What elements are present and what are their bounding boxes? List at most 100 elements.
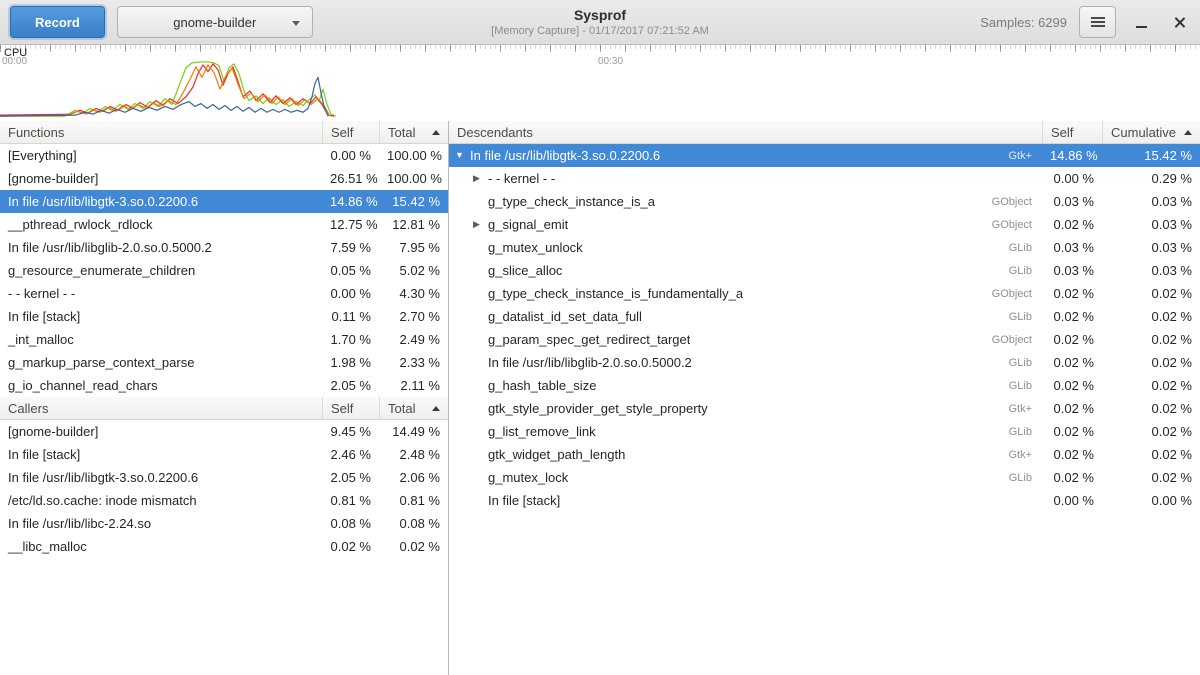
caller-name: [gnome-builder]: [0, 424, 322, 439]
cpu-graph-panel[interactable]: CPU 00:00 00:30: [0, 45, 1200, 121]
function-row[interactable]: g_markup_parse_context_parse 1.98 % 2.33…: [0, 351, 448, 374]
minimize-icon: [1136, 26, 1147, 28]
function-name: In file /usr/lib/libgtk-3.so.0.2200.6: [0, 194, 322, 209]
column-header-total[interactable]: Total: [379, 397, 448, 419]
cumulative-percent: 15.42 %: [1102, 148, 1200, 163]
caller-name: /etc/ld.so.cache: inode mismatch: [0, 493, 322, 508]
descendant-name-cell: g_type_check_instance_is_a GObject: [449, 194, 1042, 209]
column-header-self[interactable]: Self: [322, 121, 379, 143]
function-name: gtk_style_provider_get_style_property: [488, 401, 708, 416]
descendants-header: Descendants Self Cumulative: [449, 121, 1200, 144]
function-row[interactable]: [gnome-builder] 26.51 % 100.00 %: [0, 167, 448, 190]
total-percent: 100.00 %: [379, 148, 448, 163]
self-percent: 0.02 %: [1042, 378, 1102, 393]
column-header-self[interactable]: Self: [1042, 121, 1102, 143]
function-row[interactable]: - - kernel - - 0.00 % 4.30 %: [0, 282, 448, 305]
process-selector-dropdown[interactable]: gnome-builder: [117, 6, 313, 38]
descendant-row[interactable]: In file /usr/lib/libglib-2.0.so.0.5000.2…: [449, 351, 1200, 374]
record-button[interactable]: Record: [10, 6, 105, 38]
cumulative-percent: 0.03 %: [1102, 263, 1200, 278]
library-badge: GLib: [999, 426, 1034, 438]
total-percent: 2.70 %: [379, 309, 448, 324]
column-header-descendants[interactable]: Descendants: [449, 121, 1042, 143]
descendant-row[interactable]: ▶ g_signal_emit GObject 0.02 % 0.03 %: [449, 213, 1200, 236]
descendant-row[interactable]: In file [stack] 0.00 % 0.00 %: [449, 489, 1200, 512]
caller-row[interactable]: In file /usr/lib/libc-2.24.so 0.08 % 0.0…: [0, 512, 448, 535]
descendant-row[interactable]: g_mutex_unlock GLib 0.03 % 0.03 %: [449, 236, 1200, 259]
column-header-self[interactable]: Self: [322, 397, 379, 419]
cumulative-percent: 0.02 %: [1102, 332, 1200, 347]
self-percent: 0.02 %: [1042, 401, 1102, 416]
close-icon: [1173, 16, 1186, 29]
descendant-name-cell: ▼ In file /usr/lib/libgtk-3.so.0.2200.6 …: [449, 144, 1042, 167]
descendant-row[interactable]: g_list_remove_link GLib 0.02 % 0.02 %: [449, 420, 1200, 443]
function-row[interactable]: g_io_channel_read_chars 2.05 % 2.11 %: [0, 374, 448, 397]
descendant-name-cell: g_mutex_lock GLib: [449, 470, 1042, 485]
descendant-row[interactable]: g_slice_alloc GLib 0.03 % 0.03 %: [449, 259, 1200, 282]
descendant-row[interactable]: g_type_check_instance_is_fundamentally_a…: [449, 282, 1200, 305]
descendant-row[interactable]: ▼ In file /usr/lib/libgtk-3.so.0.2200.6 …: [449, 144, 1200, 167]
header-bar: Record gnome-builder Sysprof [Memory Cap…: [0, 0, 1200, 45]
descendant-name-cell: g_mutex_unlock GLib: [449, 240, 1042, 255]
function-name: g_type_check_instance_is_fundamentally_a: [488, 286, 743, 301]
function-name: g_mutex_unlock: [488, 240, 583, 255]
descendant-row[interactable]: g_param_spec_get_redirect_target GObject…: [449, 328, 1200, 351]
close-button[interactable]: [1166, 9, 1192, 35]
function-name: g_list_remove_link: [488, 424, 596, 439]
expander-icon[interactable]: ▼: [455, 144, 470, 167]
cumulative-percent: 0.02 %: [1102, 470, 1200, 485]
function-row[interactable]: _int_malloc 1.70 % 2.49 %: [0, 328, 448, 351]
expander-icon[interactable]: ▶: [473, 213, 488, 236]
self-percent: 0.02 %: [1042, 286, 1102, 301]
column-header-cumulative[interactable]: Cumulative: [1102, 121, 1200, 143]
function-row[interactable]: [Everything] 0.00 % 100.00 %: [0, 144, 448, 167]
caller-row[interactable]: [gnome-builder] 9.45 % 14.49 %: [0, 420, 448, 443]
self-percent: 2.05 %: [322, 378, 379, 393]
total-percent: 12.81 %: [379, 217, 448, 232]
descendant-name-cell: ▶ g_signal_emit GObject: [449, 213, 1042, 236]
descendant-row[interactable]: g_type_check_instance_is_a GObject 0.03 …: [449, 190, 1200, 213]
descendant-row[interactable]: ▶ - - kernel - - 0.00 % 0.29 %: [449, 167, 1200, 190]
menu-button[interactable]: [1079, 6, 1116, 38]
function-row[interactable]: __pthread_rwlock_rdlock 12.75 % 12.81 %: [0, 213, 448, 236]
self-percent: 0.02 %: [1042, 355, 1102, 370]
descendant-row[interactable]: g_mutex_lock GLib 0.02 % 0.02 %: [449, 466, 1200, 489]
self-percent: 0.02 %: [1042, 332, 1102, 347]
hamburger-icon: [1091, 17, 1105, 27]
minimize-button[interactable]: [1128, 9, 1154, 35]
function-row[interactable]: In file [stack] 0.11 % 2.70 %: [0, 305, 448, 328]
self-percent: 0.03 %: [1042, 263, 1102, 278]
library-badge: GObject: [982, 219, 1034, 231]
functions-header: Functions Self Total: [0, 121, 448, 144]
total-percent: 2.33 %: [379, 355, 448, 370]
total-percent: 0.81 %: [379, 493, 448, 508]
total-percent: 14.49 %: [379, 424, 448, 439]
function-row[interactable]: g_resource_enumerate_children 0.05 % 5.0…: [0, 259, 448, 282]
cumulative-percent: 0.02 %: [1102, 447, 1200, 462]
function-row[interactable]: In file /usr/lib/libgtk-3.so.0.2200.6 14…: [0, 190, 448, 213]
cumulative-percent: 0.02 %: [1102, 424, 1200, 439]
descendant-row[interactable]: gtk_widget_path_length Gtk+ 0.02 % 0.02 …: [449, 443, 1200, 466]
total-percent: 15.42 %: [379, 194, 448, 209]
column-header-total[interactable]: Total: [379, 121, 448, 143]
self-percent: 7.59 %: [322, 240, 379, 255]
function-row[interactable]: In file /usr/lib/libglib-2.0.so.0.5000.2…: [0, 236, 448, 259]
function-name: g_type_check_instance_is_a: [488, 194, 655, 209]
functions-panel: Functions Self Total [Everything] 0.00 %…: [0, 121, 448, 397]
window-title-block: Sysprof [Memory Capture] - 01/17/2017 07…: [491, 6, 709, 38]
total-percent: 2.11 %: [379, 378, 448, 393]
descendant-row[interactable]: g_datalist_id_set_data_full GLib 0.02 % …: [449, 305, 1200, 328]
cumulative-percent: 0.02 %: [1102, 401, 1200, 416]
column-header-callers[interactable]: Callers: [0, 397, 322, 419]
caller-row[interactable]: /etc/ld.so.cache: inode mismatch 0.81 % …: [0, 489, 448, 512]
descendant-row[interactable]: gtk_style_provider_get_style_property Gt…: [449, 397, 1200, 420]
caller-row[interactable]: __libc_malloc 0.02 % 0.02 %: [0, 535, 448, 558]
self-percent: 0.02 %: [322, 539, 379, 554]
cumulative-percent: 0.03 %: [1102, 217, 1200, 232]
column-header-functions[interactable]: Functions: [0, 121, 322, 143]
descendant-row[interactable]: g_hash_table_size GLib 0.02 % 0.02 %: [449, 374, 1200, 397]
caller-row[interactable]: In file [stack] 2.46 % 2.48 %: [0, 443, 448, 466]
self-percent: 0.02 %: [1042, 447, 1102, 462]
expander-icon[interactable]: ▶: [473, 167, 488, 190]
caller-row[interactable]: In file /usr/lib/libgtk-3.so.0.2200.6 2.…: [0, 466, 448, 489]
